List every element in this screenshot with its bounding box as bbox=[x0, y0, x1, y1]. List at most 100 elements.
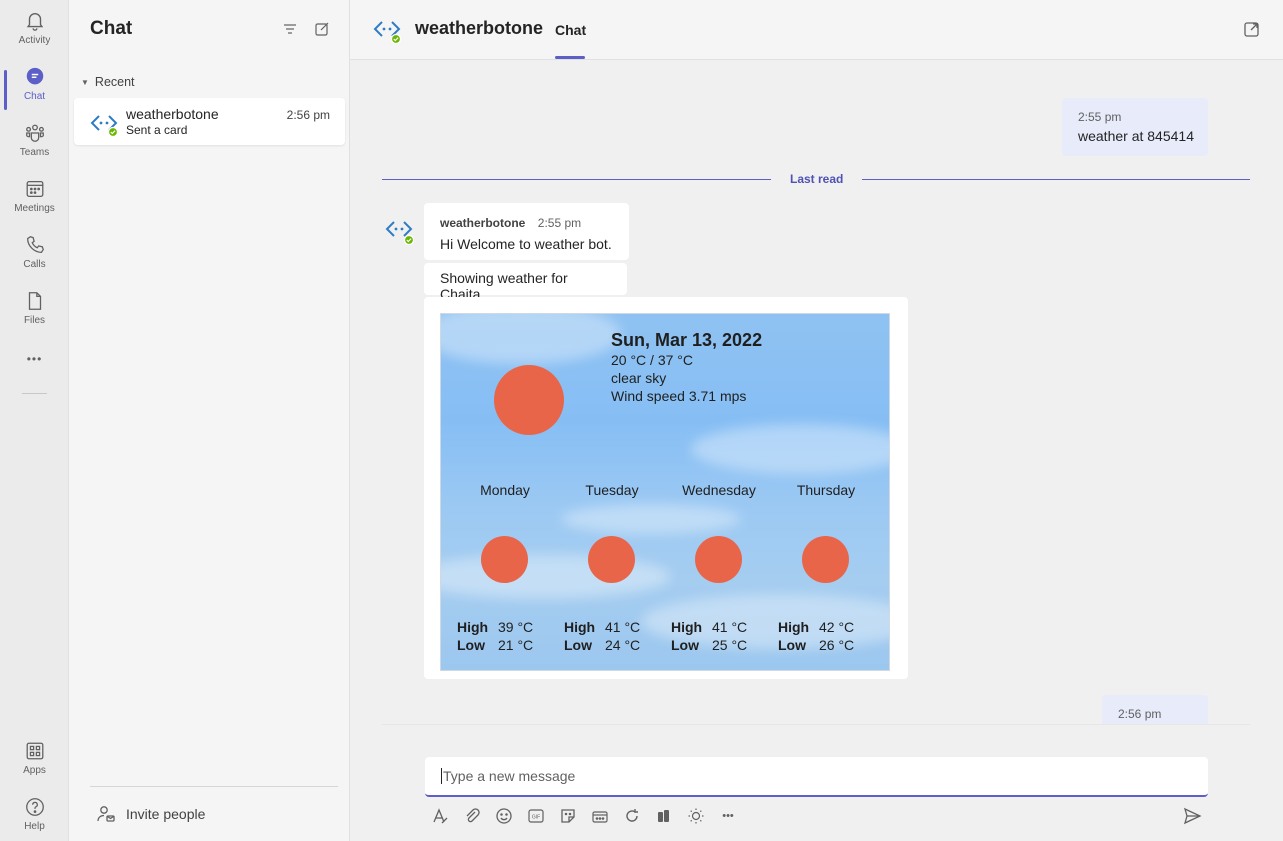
my-message[interactable]: 2:55 pm weather at 845414 bbox=[1062, 98, 1208, 156]
svg-text:GIF: GIF bbox=[532, 815, 540, 821]
chat-list-pane: Chat ▼ Recent weatherbotone Sent a card … bbox=[69, 0, 350, 841]
gif-button[interactable]: GIF bbox=[526, 806, 546, 826]
rail-teams-label: Teams bbox=[19, 147, 50, 158]
weather-card[interactable]: Sun, Mar 13, 2022 20 °C / 37 °C clear sk… bbox=[440, 313, 890, 671]
bot-avatar-icon bbox=[90, 115, 119, 138]
message-text: weather at 845414 bbox=[1078, 128, 1194, 144]
rail-files[interactable]: Files bbox=[0, 290, 69, 342]
tab-chat[interactable]: Chat bbox=[555, 22, 586, 38]
new-chat-button[interactable] bbox=[312, 19, 332, 39]
rail-calls-label: Calls bbox=[23, 259, 46, 270]
message-time: 2:55 pm bbox=[537, 216, 582, 230]
conversation-title: weatherbotone bbox=[415, 18, 544, 38]
sun-icon bbox=[588, 536, 635, 583]
rail-more-button[interactable]: ••• bbox=[0, 352, 69, 374]
teams-icon bbox=[25, 124, 44, 142]
forecast-low: Low bbox=[457, 637, 485, 653]
recent-section-header[interactable]: ▼ Recent bbox=[81, 75, 135, 89]
bot-message-followup[interactable]: Showing weather for Chaita bbox=[424, 263, 627, 302]
format-button[interactable] bbox=[430, 806, 450, 826]
refresh-icon bbox=[626, 809, 638, 822]
more-icon: ••• bbox=[26, 352, 43, 366]
forecast-high: High bbox=[457, 619, 488, 635]
forecast-high: High bbox=[671, 619, 702, 635]
send-icon[interactable] bbox=[1182, 806, 1202, 826]
forecast-day: Wednesday bbox=[682, 482, 756, 498]
invite-people-button[interactable]: Invite people bbox=[96, 804, 205, 824]
message-time: 2:56 pm bbox=[1118, 707, 1162, 721]
weather-card-container: Sun, Mar 13, 2022 20 °C / 37 °C clear sk… bbox=[424, 297, 908, 679]
chat-icon bbox=[26, 67, 43, 85]
forecast-high-value: 41 °C bbox=[605, 619, 641, 635]
cloud-decoration bbox=[441, 554, 671, 599]
compose-box[interactable]: Type a new message bbox=[425, 757, 1208, 797]
forecast-low: Low bbox=[778, 637, 806, 653]
help-icon bbox=[25, 798, 44, 816]
conversation-header: weatherbotone Chat bbox=[350, 0, 1283, 60]
forecast-low: Low bbox=[564, 637, 592, 653]
message-sender: weatherbotone bbox=[440, 216, 526, 230]
attach-button[interactable] bbox=[462, 806, 482, 826]
last-read-label: Last read bbox=[790, 172, 844, 186]
emoji-button[interactable] bbox=[494, 806, 514, 826]
bot-avatar-icon bbox=[373, 21, 402, 45]
phone-icon bbox=[26, 236, 44, 253]
rail-activity[interactable]: Activity bbox=[0, 10, 69, 62]
cloud-decoration bbox=[441, 314, 621, 364]
high-label: High bbox=[778, 619, 810, 635]
paperclip-icon bbox=[466, 808, 480, 823]
my-message[interactable]: 2:56 pm bbox=[1102, 695, 1208, 724]
weather-temp-range: 20 °C / 37 °C bbox=[611, 352, 694, 368]
message-text: Hi Welcome to weather bot. bbox=[440, 236, 612, 252]
low-label: Low bbox=[457, 637, 485, 653]
rail-apps-label: Apps bbox=[23, 765, 46, 776]
low-label: Low bbox=[671, 637, 699, 653]
bot-message[interactable]: weatherbotone 2:55 pm Hi Welcome to weat… bbox=[424, 203, 629, 260]
calendar-icon bbox=[26, 181, 43, 197]
weather-date: Sun, Mar 13, 2022 bbox=[611, 330, 763, 350]
message-list-bottom-divider bbox=[382, 724, 1250, 725]
forecast-high-value: 39 °C bbox=[498, 619, 534, 635]
last-read-line-left bbox=[382, 179, 771, 180]
rail-chat[interactable]: Chat bbox=[0, 66, 69, 118]
apps-icon bbox=[26, 742, 43, 760]
sun-icon bbox=[494, 365, 564, 435]
conversation-pane: weatherbotone Chat 2:55 pm weather at 84… bbox=[350, 0, 1283, 841]
popout-icon[interactable] bbox=[1243, 20, 1261, 38]
forecast-low: Low bbox=[671, 637, 699, 653]
forecast-day: Monday bbox=[480, 482, 530, 498]
chat-item-name: weatherbotone bbox=[126, 106, 219, 122]
emoji-icon bbox=[496, 808, 512, 824]
loop-button[interactable] bbox=[622, 806, 642, 826]
file-icon bbox=[28, 292, 41, 310]
viva-button[interactable] bbox=[686, 806, 706, 826]
forecast-high: High bbox=[564, 619, 595, 635]
teams-meeting-icon bbox=[592, 811, 608, 823]
invite-person-icon bbox=[97, 806, 115, 822]
rail-apps[interactable]: Apps bbox=[0, 740, 69, 792]
sticker-button[interactable] bbox=[558, 806, 578, 826]
cloud-decoration bbox=[561, 504, 741, 534]
more-options-button[interactable]: ••• bbox=[718, 806, 738, 826]
app-rail: Activity Chat Teams Meetings Calls Files… bbox=[0, 0, 69, 841]
message-input[interactable]: Type a new message bbox=[441, 768, 575, 784]
filter-icon bbox=[284, 24, 296, 34]
chat-list-title: Chat bbox=[90, 18, 133, 39]
low-label: Low bbox=[564, 637, 592, 653]
sun-outline-icon bbox=[688, 808, 704, 824]
forecast-day: Thursday bbox=[796, 482, 856, 498]
rail-help[interactable]: Help bbox=[0, 796, 69, 841]
weather-condition: clear sky bbox=[611, 370, 667, 386]
rail-files-label: Files bbox=[23, 315, 46, 326]
message-time: 2:55 pm bbox=[1078, 110, 1122, 124]
praise-button[interactable] bbox=[654, 806, 674, 826]
rail-teams[interactable]: Teams bbox=[0, 122, 69, 174]
format-icon bbox=[433, 808, 448, 824]
rail-meetings[interactable]: Meetings bbox=[0, 178, 69, 230]
filter-button[interactable] bbox=[280, 19, 300, 39]
meet-now-button[interactable] bbox=[590, 806, 610, 826]
chat-list-item[interactable]: weatherbotone Sent a card 2:56 pm bbox=[74, 98, 345, 145]
forecast-low-value: 25 °C bbox=[712, 637, 748, 653]
sun-icon bbox=[481, 536, 528, 583]
rail-calls[interactable]: Calls bbox=[0, 234, 69, 286]
